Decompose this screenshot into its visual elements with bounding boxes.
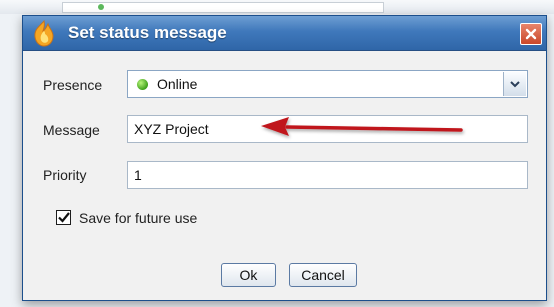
background-field (62, 2, 384, 13)
presence-label: Presence (43, 77, 103, 93)
set-status-dialog: Set status message Presence Online Messa… (22, 15, 547, 301)
save-checkbox[interactable] (56, 210, 71, 225)
dialog-title: Set status message (68, 23, 227, 42)
dialog-titlebar[interactable]: Set status message (23, 16, 546, 51)
background-window (0, 0, 554, 14)
message-label: Message (43, 122, 100, 138)
background-status-dot (98, 4, 104, 10)
red-arrow-annotation (261, 117, 463, 136)
ok-button[interactable]: Ok (221, 263, 276, 287)
cancel-button[interactable]: Cancel (289, 263, 357, 287)
priority-input[interactable] (127, 161, 528, 189)
chevron-down-icon (510, 80, 520, 87)
check-icon (57, 212, 70, 223)
presence-select[interactable]: Online (127, 70, 528, 98)
online-status-icon (137, 79, 148, 90)
presence-value: Online (157, 76, 198, 92)
close-icon (525, 28, 537, 40)
close-button[interactable] (520, 23, 542, 45)
save-checkbox-label[interactable]: Save for future use (79, 210, 197, 226)
flame-icon (29, 19, 59, 47)
priority-label: Priority (43, 167, 87, 183)
dropdown-button[interactable] (503, 72, 526, 96)
